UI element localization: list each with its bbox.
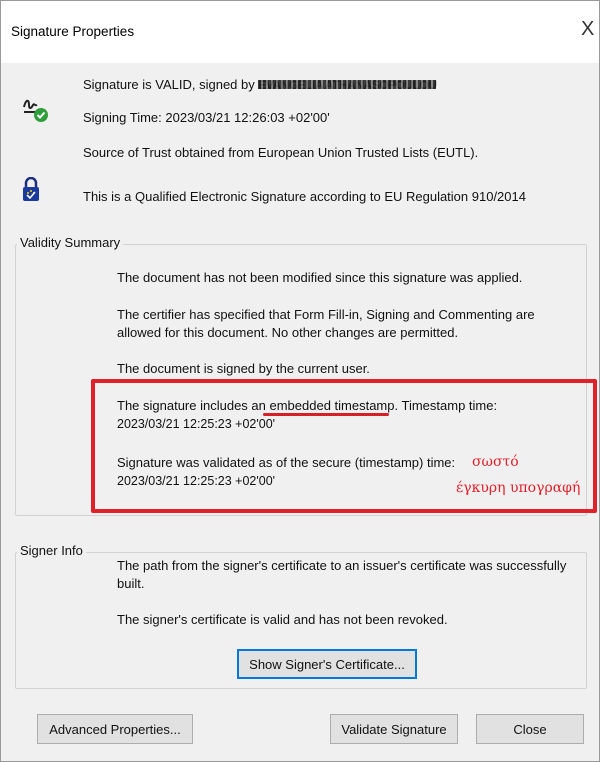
advanced-properties-button[interactable]: Advanced Properties... bbox=[37, 714, 193, 744]
cert-path-text-1: The path from the signer's certificate t… bbox=[117, 558, 567, 573]
current-user-text: The document is signed by the current us… bbox=[117, 361, 370, 376]
dialog-title: Signature Properties bbox=[11, 24, 135, 39]
eu-lock-icon bbox=[21, 176, 41, 203]
title-bar: Signature Properties X bbox=[1, 1, 599, 63]
signature-status-prefix: Signature is VALID, signed by bbox=[83, 77, 255, 92]
close-window-icon[interactable]: X bbox=[581, 19, 594, 39]
close-button[interactable]: Close bbox=[476, 714, 584, 744]
annotation-valid-signature: έγκυρη υπογραφή bbox=[456, 480, 581, 496]
signer-name-redacted: EVANGELIA ATHANASOPOULOU bbox=[258, 77, 437, 92]
validate-signature-button[interactable]: Validate Signature bbox=[330, 714, 458, 744]
certifier-text-1: The certifier has specified that Form Fi… bbox=[117, 307, 535, 322]
trust-source: Source of Trust obtained from European U… bbox=[83, 145, 479, 160]
show-signer-certificate-button[interactable]: Show Signer's Certificate... bbox=[237, 649, 417, 679]
signer-info-label: Signer Info bbox=[17, 543, 86, 558]
validity-summary-label: Validity Summary bbox=[17, 235, 124, 250]
signature-status-line: Signature is VALID, signed by EVANGELIA … bbox=[83, 77, 437, 92]
signature-valid-icon bbox=[21, 93, 49, 123]
certifier-text-2: allowed for this document. No other chan… bbox=[117, 325, 459, 340]
cert-path-text-2: built. bbox=[117, 576, 145, 591]
not-modified-text: The document has not been modified since… bbox=[117, 270, 523, 285]
signing-time: Signing Time: 2023/03/21 12:26:03 +02'00… bbox=[83, 110, 330, 125]
red-underline-mark bbox=[263, 413, 389, 416]
annotation-correct: σωστό bbox=[472, 454, 519, 470]
cert-valid-text: The signer's certificate is valid and ha… bbox=[117, 612, 448, 627]
signature-properties-dialog: Signature Properties X Signature is VALI… bbox=[0, 0, 600, 762]
qualified-signature-note: This is a Qualified Electronic Signature… bbox=[83, 189, 526, 204]
